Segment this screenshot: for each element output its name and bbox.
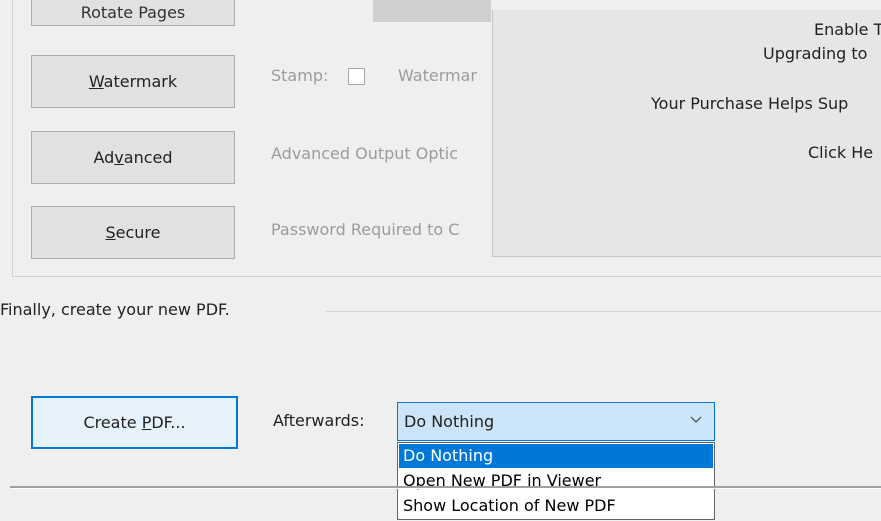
chevron-down-icon — [688, 411, 704, 427]
afterwards-label: Afterwards: — [273, 411, 365, 430]
watermark-button[interactable]: Watermark — [31, 55, 235, 108]
option-open-in-viewer[interactable]: Open New PDF in Viewer — [399, 469, 713, 493]
watermark-label: Watermark — [88, 72, 178, 91]
password-required-text: Password Required to C — [271, 220, 460, 239]
options-panel: Rotate Pages Watermark Stamp: Watermar A… — [0, 0, 881, 277]
option-do-nothing[interactable]: Do Nothing — [399, 444, 713, 468]
rotate-value-field — [373, 0, 491, 22]
option-show-location[interactable]: Show Location of New PDF — [399, 494, 713, 518]
pdf-creator-window: Rotate Pages Watermark Stamp: Watermar A… — [0, 0, 881, 521]
upgrade-line-1: Enable Th — [814, 20, 881, 39]
secure-label: Secure — [105, 223, 161, 242]
rotate-pages-label: Rotate Pages — [80, 2, 186, 22]
stamp-label: Stamp: — [271, 66, 329, 85]
afterwards-select[interactable]: Do Nothing — [397, 402, 715, 441]
advanced-button[interactable]: Advanced — [31, 131, 235, 184]
upgrade-panel[interactable]: Enable Th Upgrading to Your Purchase Hel… — [492, 10, 881, 257]
advanced-text-clip: Advanced Output Optic — [271, 144, 492, 170]
finally-text: Finally, create your new PDF. — [0, 300, 230, 319]
finally-section-header: Finally, create your new PDF. — [0, 300, 881, 324]
advanced-label: Advanced — [93, 148, 173, 167]
secure-text-clip: Password Required to C — [271, 220, 492, 246]
afterwards-selected-value: Do Nothing — [404, 412, 495, 431]
watermark-text: Watermar — [398, 66, 477, 85]
finally-divider — [326, 311, 881, 312]
advanced-output-text: Advanced Output Optic — [271, 144, 459, 163]
upgrade-line-2: Upgrading to — [763, 44, 868, 63]
upgrade-line-3: Your Purchase Helps Sup — [651, 94, 849, 113]
afterwards-options-list: Do Nothing Open New PDF in Viewer Show L… — [397, 442, 715, 520]
create-pdf-button[interactable]: Create PDF... — [31, 396, 238, 449]
footer-separator-highlight — [10, 488, 881, 489]
panel-border-left — [12, 0, 13, 276]
panel-border-bottom — [12, 276, 881, 277]
secure-button[interactable]: Secure — [31, 206, 235, 259]
create-pdf-label: Create PDF... — [83, 413, 186, 432]
watermark-text-clip: Watermar — [398, 66, 492, 92]
stamp-checkbox[interactable] — [348, 68, 365, 85]
upgrade-click-here[interactable]: Click He — [808, 143, 873, 162]
rotate-pages-button[interactable]: Rotate Pages — [31, 0, 235, 26]
